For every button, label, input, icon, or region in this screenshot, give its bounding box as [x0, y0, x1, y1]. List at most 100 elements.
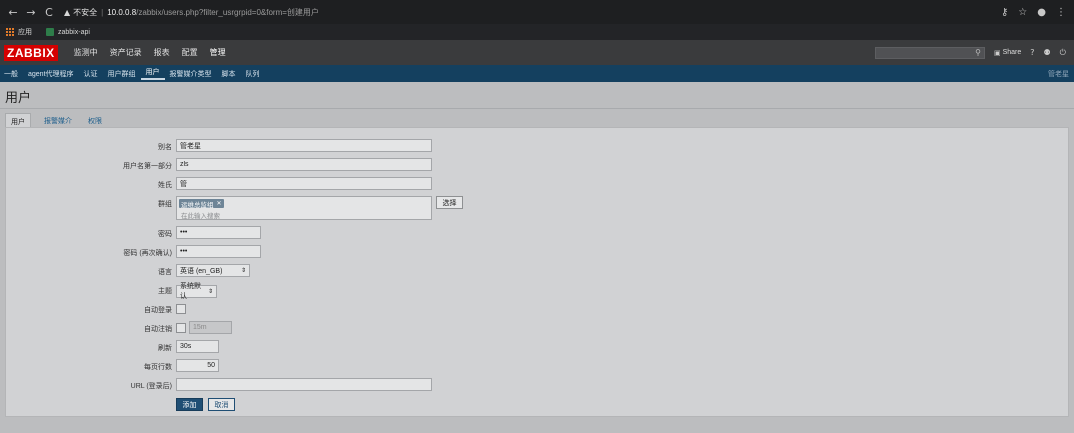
groups-label: 群组 — [158, 201, 172, 208]
url-row: URL (登录后) — [6, 378, 1068, 392]
password-confirm-label: 密码 (再次确认) — [123, 250, 172, 257]
surname-row: 姓氏 — [6, 177, 1068, 191]
rows-per-page-label: 每页行数 — [144, 364, 172, 371]
top-menu: 监测中 资产记录 报表 配置 管理 — [68, 40, 232, 65]
account-icon[interactable]: ● — [1037, 7, 1046, 18]
tab-media[interactable]: 报警媒介 — [41, 113, 75, 128]
surname-input[interactable] — [176, 177, 432, 190]
rows-per-page-input[interactable] — [176, 359, 219, 372]
current-user-name: 管老星 — [1048, 70, 1069, 78]
star-icon[interactable]: ☆ — [1018, 7, 1027, 18]
profile-icon[interactable]: ⚉ — [1044, 48, 1051, 57]
address-separator: | — [101, 7, 104, 17]
form-tabs: 用户 报警媒介 权限 — [5, 113, 105, 128]
bookmark-favicon — [46, 28, 54, 36]
submenu-proxies[interactable]: agent代理程序 — [23, 69, 79, 79]
autologin-checkbox[interactable] — [176, 304, 186, 314]
cancel-button[interactable]: 取消 — [208, 398, 235, 411]
theme-row: 主题 系统默认 ⇕ — [6, 283, 1068, 300]
autologout-input[interactable] — [189, 321, 232, 334]
language-value: 英语 (en_GB) — [180, 267, 223, 275]
url-label: URL (登录后) — [130, 383, 172, 390]
password-confirm-row: 密码 (再次确认) — [6, 245, 1068, 259]
theme-select[interactable]: 系统默认 ⇕ — [176, 283, 217, 300]
share-label: Share — [1002, 49, 1022, 56]
name-label: 用户名第一部分 — [123, 163, 172, 170]
bookmarks-bar: 应用 zabbix-api — [0, 24, 1074, 40]
bookmark-apps[interactable]: 应用 — [6, 27, 32, 37]
user-form: 别名 用户名第一部分 姓氏 群组 运维总监组 ✕ 在此输入搜索 选择 密码 密码… — [5, 127, 1069, 417]
submenu-media-types[interactable]: 报警媒介类型 — [165, 69, 217, 79]
apps-grid-icon — [6, 28, 14, 36]
autologout-checkbox[interactable] — [176, 323, 186, 333]
remove-tag-icon[interactable]: ✕ — [217, 200, 222, 207]
name-input[interactable] — [176, 158, 432, 171]
refresh-row: 刷新 — [6, 340, 1068, 354]
back-button[interactable]: ← — [4, 6, 22, 19]
global-search-input[interactable]: ⚲ — [874, 46, 985, 59]
select-groups-button[interactable]: 选择 — [436, 196, 463, 209]
groups-search-placeholder[interactable]: 在此输入搜索 — [181, 210, 220, 220]
groups-multiselect[interactable]: 运维总监组 ✕ 在此输入搜索 — [176, 196, 432, 220]
help-icon[interactable]: ? — [1030, 48, 1034, 57]
forward-button[interactable]: → — [22, 6, 40, 19]
autologin-label: 自动登录 — [144, 307, 172, 314]
submenu-general[interactable]: 一般 — [0, 69, 23, 79]
bookmark-zabbix-api-label: zabbix-api — [58, 28, 90, 36]
autologout-row: 自动注销 — [6, 321, 1068, 335]
url-input[interactable] — [176, 378, 432, 391]
submenu-queue[interactable]: 队列 — [241, 69, 265, 79]
chevron-updown-icon: ⇕ — [207, 287, 213, 295]
submenu-users[interactable]: 用户 — [140, 67, 165, 80]
language-row: 语言 英语 (en_GB) ⇕ — [6, 264, 1068, 278]
tab-permissions[interactable]: 权限 — [85, 113, 105, 128]
more-menu-icon[interactable]: ⋮ — [1056, 7, 1066, 18]
language-label: 语言 — [158, 269, 172, 276]
bookmark-apps-label: 应用 — [18, 29, 32, 36]
password-confirm-input[interactable] — [176, 245, 261, 258]
share-button[interactable]: ▣ Share — [994, 49, 1021, 57]
search-icon[interactable]: ⚲ — [975, 48, 981, 57]
menu-reports[interactable]: 报表 — [148, 40, 176, 65]
browser-toolbar: ← → C ▲ 不安全 | 10.0.0.8 /zabbix/users.php… — [0, 0, 1074, 24]
submenu-scripts[interactable]: 脚本 — [217, 69, 241, 79]
chevron-updown-icon: ⇕ — [240, 267, 246, 274]
groups-row: 群组 运维总监组 ✕ 在此输入搜索 选择 — [6, 196, 1068, 222]
bookmark-zabbix-api[interactable]: zabbix-api — [46, 28, 90, 36]
tab-user[interactable]: 用户 — [5, 113, 31, 128]
logout-icon[interactable]: ⏻ — [1060, 48, 1066, 58]
menu-inventory[interactable]: 资产记录 — [104, 40, 148, 65]
name-row: 用户名第一部分 — [6, 158, 1068, 172]
password-input[interactable] — [176, 226, 261, 239]
insecure-label: 不安全 — [73, 7, 98, 17]
page-title: 用户 — [5, 90, 32, 105]
zabbix-logo[interactable]: ZABBIX — [4, 44, 58, 61]
menu-administration[interactable]: 管理 — [204, 40, 232, 65]
sub-menu: 一般 agent代理程序 认证 用户群组 用户 报警媒介类型 脚本 队列 管老星 — [0, 65, 1074, 82]
menu-monitoring[interactable]: 监测中 — [68, 40, 104, 65]
theme-label: 主题 — [158, 288, 172, 295]
submenu-authentication[interactable]: 认证 — [79, 69, 103, 79]
add-button[interactable]: 添加 — [176, 398, 203, 411]
refresh-label: 刷新 — [158, 345, 172, 352]
zabbix-header: ZABBIX 监测中 资产记录 报表 配置 管理 ⚲ ▣ Share ? ⚉ ⏻ — [0, 40, 1074, 65]
group-tag: 运维总监组 ✕ — [179, 199, 224, 209]
address-bar[interactable]: ▲ 不安全 | 10.0.0.8 /zabbix/users.php?filte… — [64, 0, 1001, 24]
language-select[interactable]: 英语 (en_GB) ⇕ — [176, 264, 250, 277]
alias-label: 别名 — [158, 144, 172, 151]
menu-configuration[interactable]: 配置 — [176, 40, 204, 65]
password-label: 密码 — [158, 231, 172, 238]
submenu-user-groups[interactable]: 用户群组 — [103, 69, 141, 79]
theme-value: 系统默认 — [180, 283, 201, 300]
surname-label: 姓氏 — [158, 182, 172, 189]
key-icon[interactable]: ⚷ — [1001, 7, 1008, 18]
group-tag-label: 运维总监组 — [181, 201, 214, 209]
autologin-row: 自动登录 — [6, 302, 1068, 316]
rows-per-page-row: 每页行数 — [6, 359, 1068, 373]
alias-input[interactable] — [176, 139, 432, 152]
autologout-label: 自动注销 — [144, 326, 172, 333]
url-host: 10.0.0.8 — [107, 7, 137, 17]
title-divider — [0, 108, 1074, 109]
refresh-input[interactable] — [176, 340, 219, 353]
reload-button[interactable]: C — [40, 6, 58, 19]
